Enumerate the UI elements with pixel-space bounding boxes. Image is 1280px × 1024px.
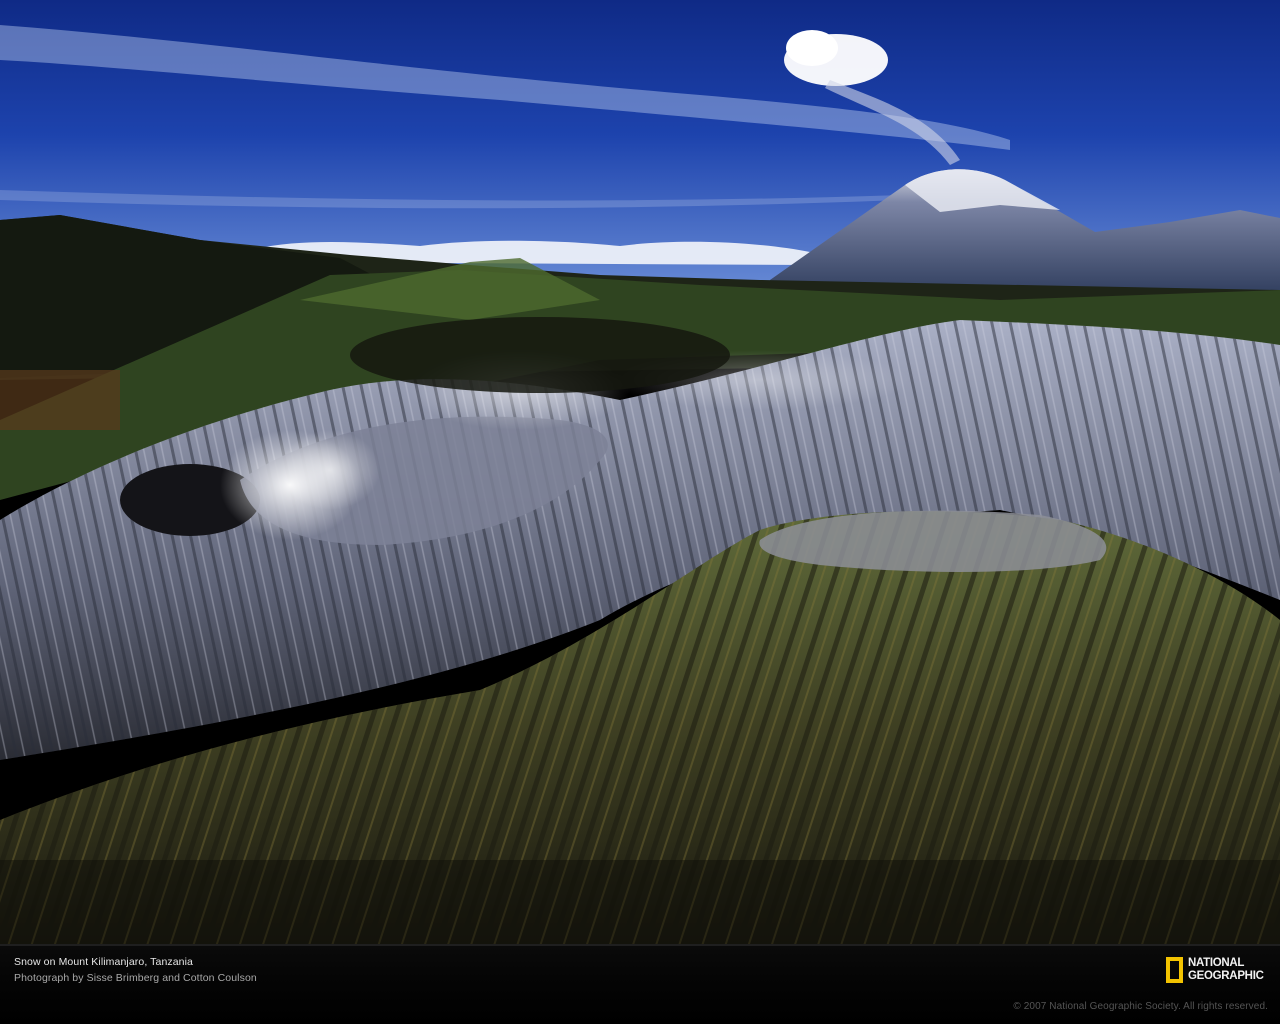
logo-line-1: NATIONAL (1188, 957, 1245, 969)
national-geographic-logo: NATIONAL GEOGRAPHIC (1166, 957, 1270, 987)
copyright-notice: © 2007 National Geographic Society. All … (1013, 1001, 1268, 1012)
caption-bar: Snow on Mount Kilimanjaro, Tanzania Phot… (0, 944, 1280, 1024)
wallpaper-photo (0, 0, 1280, 944)
logo-line-2: GEOGRAPHIC (1188, 970, 1264, 982)
photo-title: Snow on Mount Kilimanjaro, Tanzania (14, 956, 193, 968)
volcano-landscape-illustration (0, 0, 1280, 944)
yellow-frame-icon (1166, 957, 1183, 983)
photo-credit: Photograph by Sisse Brimberg and Cotton … (14, 972, 257, 984)
